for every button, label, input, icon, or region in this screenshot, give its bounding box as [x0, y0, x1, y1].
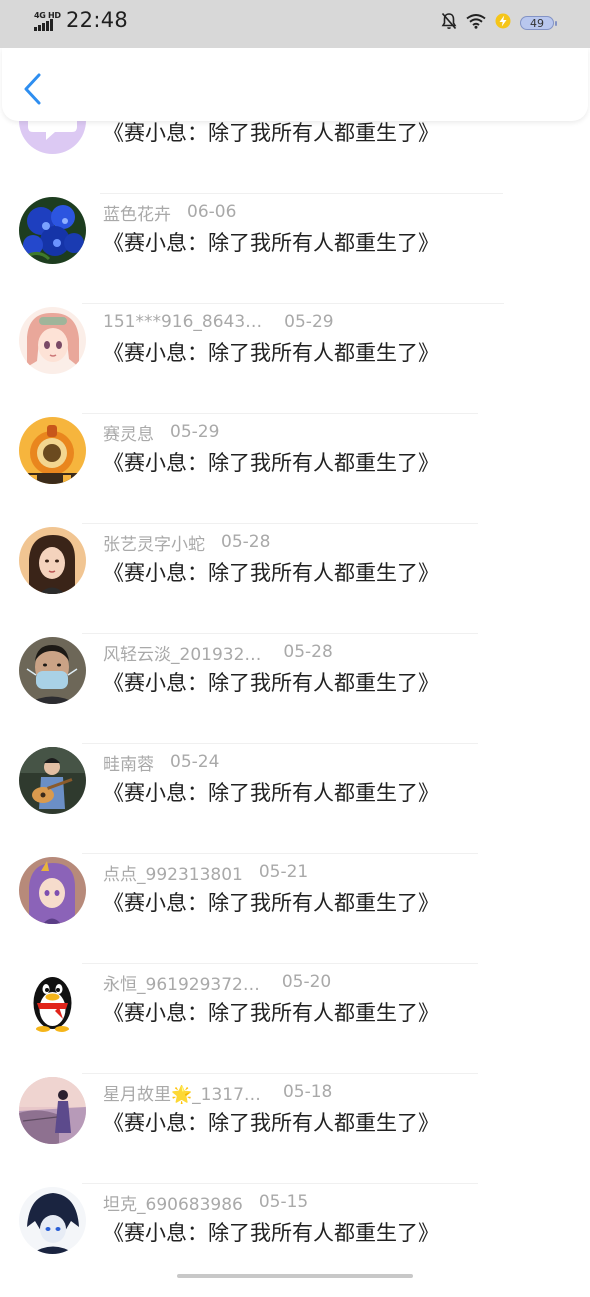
- item-date: 05-18: [282, 1082, 333, 1102]
- avatar[interactable]: [19, 747, 86, 814]
- list-item[interactable]: 永恒_961929372… 05-20 《赛小息：除了我所有人都重生了》: [0, 967, 590, 1077]
- avatar[interactable]: [19, 417, 86, 484]
- list-item[interactable]: 151***916_8643… 05-29 《赛小息：除了我所有人都重生了》: [0, 307, 590, 417]
- message-list: 《赛小息：除了我所有人都重生了》 蓝色花卉 06-06 《赛小息：除了我所有人都…: [0, 0, 590, 1280]
- item-meta: 赛灵息 05-29: [103, 420, 220, 445]
- item-meta: 151***916_8643… 05-29: [103, 310, 334, 334]
- message-text: 《赛小息：除了我所有人都重生了》: [103, 1111, 439, 1135]
- message-text: 《赛小息：除了我所有人都重生了》: [103, 561, 439, 585]
- battery-indicator: 49: [520, 16, 557, 30]
- item-date: 05-24: [170, 752, 220, 772]
- notifications-muted-icon: [441, 12, 457, 34]
- chevron-left-icon: [24, 73, 41, 105]
- user-name: 赛灵息: [103, 424, 154, 445]
- user-name: 坦克_690683986: [103, 1194, 243, 1215]
- divider: [82, 853, 478, 854]
- list-item[interactable]: 点点_992313801 05-21 《赛小息：除了我所有人都重生了》: [0, 857, 590, 967]
- divider: [82, 743, 478, 744]
- user-name: 点点_992313801: [103, 864, 243, 885]
- item-date: 05-20: [281, 972, 332, 992]
- list-item[interactable]: 星月故里🌟_1317… 05-18 《赛小息：除了我所有人都重生了》: [0, 1077, 590, 1187]
- qq-penguin-avatar: [19, 967, 86, 1034]
- status-icons: 49: [441, 12, 557, 34]
- avatar[interactable]: [19, 967, 86, 1034]
- list-item[interactable]: 坦克_690683986 05-15 《赛小息：除了我所有人都重生了》: [0, 1187, 590, 1297]
- girl-portrait-avatar: [19, 527, 86, 594]
- divider: [82, 303, 504, 304]
- divider: [82, 1183, 478, 1184]
- item-date: 06-06: [187, 202, 237, 222]
- user-name: 蓝色花卉: [103, 204, 171, 225]
- dark-anime-boy-avatar: [19, 1187, 86, 1254]
- item-date: 05-28: [283, 642, 333, 662]
- network-type-label: 4G HD: [34, 11, 61, 20]
- divider: [82, 963, 478, 964]
- item-date: 05-15: [258, 1192, 309, 1212]
- navigation-header: [2, 48, 588, 121]
- masked-man-avatar: [19, 637, 86, 704]
- item-meta: 点点_992313801 05-21: [103, 860, 309, 885]
- list-item[interactable]: 风轻云淡_201932… 05-28 《赛小息：除了我所有人都重生了》: [0, 637, 590, 747]
- list-item[interactable]: 张艺灵字小蛇 05-28 《赛小息：除了我所有人都重生了》: [0, 527, 590, 637]
- item-date: 05-29: [284, 312, 334, 332]
- message-text: 《赛小息：除了我所有人都重生了》: [103, 1001, 439, 1025]
- item-meta: 永恒_961929372… 05-20: [103, 970, 332, 995]
- message-text: 《赛小息：除了我所有人都重生了》: [103, 671, 439, 695]
- user-name: 畦南蓉: [103, 754, 154, 775]
- avatar[interactable]: [19, 527, 86, 594]
- message-text: 《赛小息：除了我所有人都重生了》: [103, 121, 439, 145]
- list-item[interactable]: 畦南蓉 05-24 《赛小息：除了我所有人都重生了》: [0, 747, 590, 857]
- item-date: 05-29: [170, 422, 220, 442]
- purple-hair-girl-avatar: [19, 857, 86, 924]
- user-name: 张艺灵字小蛇: [103, 534, 205, 555]
- orange-character-avatar: [19, 417, 86, 484]
- sunset-girl-avatar: [19, 1077, 86, 1144]
- item-meta: 畦南蓉 05-24: [103, 750, 220, 775]
- item-date: 05-28: [221, 532, 271, 552]
- message-text: 《赛小息：除了我所有人都重生了》: [103, 781, 439, 805]
- item-meta: 张艺灵字小蛇 05-28: [103, 530, 271, 555]
- item-meta: 蓝色花卉 06-06: [103, 200, 237, 225]
- divider: [82, 413, 478, 414]
- avatar[interactable]: [19, 1187, 86, 1254]
- status-bar: 4G HD 22:48 49: [0, 0, 590, 48]
- user-name: 151***916_8643…: [103, 312, 263, 332]
- item-meta: 风轻云淡_201932… 05-28: [103, 640, 333, 665]
- message-text: 《赛小息：除了我所有人都重生了》: [103, 451, 439, 475]
- blue-flowers-avatar: [19, 197, 86, 264]
- message-text: 《赛小息：除了我所有人都重生了》: [103, 1221, 439, 1245]
- divider: [82, 523, 478, 524]
- home-indicator[interactable]: [177, 1274, 413, 1278]
- guitar-player-avatar: [19, 747, 86, 814]
- cellular-signal-icon: 4G HD: [34, 11, 62, 33]
- avatar[interactable]: [19, 307, 86, 374]
- message-text: 《赛小息：除了我所有人都重生了》: [103, 341, 439, 365]
- wifi-icon: [466, 13, 486, 33]
- power-saving-icon: [495, 13, 511, 33]
- avatar[interactable]: [19, 1077, 86, 1144]
- user-name: 永恒_961929372…: [103, 974, 260, 995]
- anime-girl-avatar: [19, 307, 86, 374]
- divider: [82, 633, 478, 634]
- back-button[interactable]: [20, 72, 48, 106]
- avatar[interactable]: [19, 197, 86, 264]
- list-item[interactable]: 赛灵息 05-29 《赛小息：除了我所有人都重生了》: [0, 417, 590, 527]
- avatar[interactable]: [19, 637, 86, 704]
- item-meta: 星月故里🌟_1317… 05-18: [103, 1080, 333, 1105]
- message-text: 《赛小息：除了我所有人都重生了》: [103, 891, 439, 915]
- status-time: 22:48: [66, 8, 129, 32]
- list-item[interactable]: 蓝色花卉 06-06 《赛小息：除了我所有人都重生了》: [0, 197, 590, 307]
- user-name: 星月故里🌟_1317…: [103, 1084, 261, 1105]
- item-date: 05-21: [258, 862, 309, 882]
- item-meta: 坦克_690683986 05-15: [103, 1190, 309, 1215]
- divider: [100, 193, 503, 194]
- message-text: 《赛小息：除了我所有人都重生了》: [103, 231, 439, 255]
- divider: [82, 1073, 478, 1074]
- avatar[interactable]: [19, 857, 86, 924]
- user-name: 风轻云淡_201932…: [103, 644, 262, 665]
